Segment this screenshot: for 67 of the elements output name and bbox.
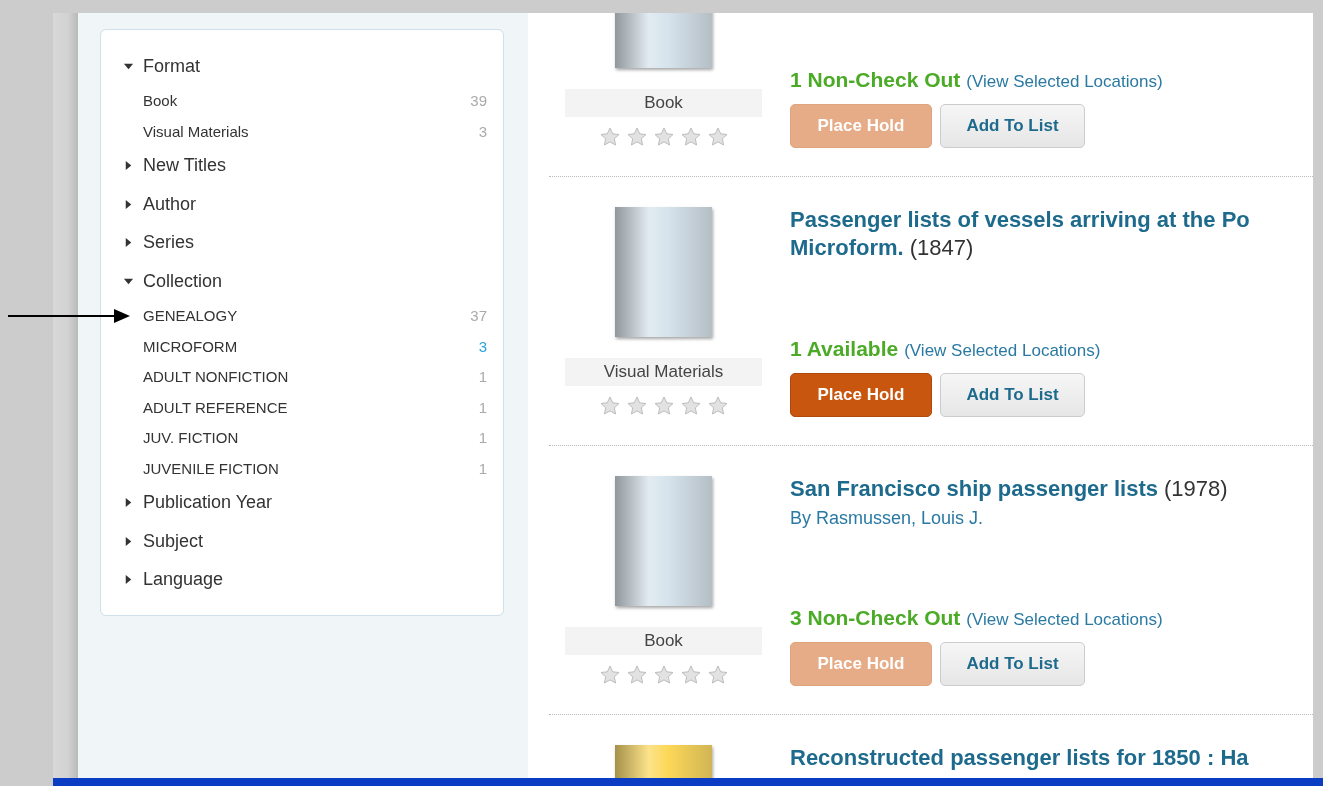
facet-option[interactable]: JUVENILE FICTION [143,459,279,477]
facet-count: 3 [478,337,487,355]
facet-heading[interactable]: Collection [123,262,487,301]
facet-option[interactable]: JUV. FICTION [143,429,239,447]
publication-year: (1978) [1164,476,1228,501]
facet-heading[interactable]: Author [123,185,487,224]
facet-count: 1 [478,429,487,447]
caret-right-icon [123,574,134,586]
place-hold-button[interactable]: Place Hold [790,373,932,417]
star-icon[interactable] [599,396,620,416]
star-icon[interactable] [653,127,674,147]
facet-count: 3 [478,122,487,140]
star-icon[interactable] [626,127,647,147]
star-icon[interactable] [707,665,728,685]
format-label: Book [565,89,762,117]
star-icon[interactable] [680,665,701,685]
book-cover[interactable] [615,476,712,606]
locations-link[interactable]: (View Selected Locations) [966,72,1163,92]
star-icon[interactable] [680,127,701,147]
star-icon[interactable] [680,396,701,416]
star-icon[interactable] [626,396,647,416]
locations-link[interactable]: (View Selected Locations) [966,610,1163,630]
facet-count: 1 [478,459,487,477]
star-icon[interactable] [707,396,728,416]
caret-right-icon [123,160,134,172]
facet-heading[interactable]: Language [123,560,487,599]
book-cover[interactable] [615,207,712,337]
add-to-list-button[interactable]: Add To List [940,642,1085,686]
result-title-link[interactable]: Passenger lists of vessels arriving at the Po [790,207,1250,232]
facet-heading[interactable]: Publication Year [123,483,487,522]
format-label: Visual Materials [565,358,762,386]
facet-heading[interactable]: New Titles [123,146,487,185]
publication-year: (1847) [909,235,974,260]
facet-count: 1 [478,368,487,386]
star-icon[interactable] [653,665,674,685]
facet-option[interactable]: ADULT REFERENCE [143,398,288,416]
star-icon[interactable] [599,665,620,685]
author-link[interactable]: By Rasmussen, Louis J. [790,508,1313,529]
caret-right-icon [123,535,134,547]
facet-count: 39 [470,92,487,110]
caret-right-icon [123,198,134,210]
facet-heading[interactable]: Subject [123,522,487,561]
star-icon[interactable] [653,396,674,416]
facet-option[interactable]: ADULT NONFICTION [143,368,289,386]
facet-heading[interactable]: Series [123,223,487,262]
format-label: Book [565,627,762,655]
caret-right-icon [123,237,134,249]
add-to-list-button[interactable]: Add To List [940,104,1085,148]
facet-count: 37 [470,307,487,325]
availability-status: 1 Available [790,337,899,361]
result-title-link[interactable]: Reconstructed passenger lists for 1850 : Ha [790,745,1249,770]
facet-count: 1 [478,398,487,416]
facet-option[interactable]: Book [143,92,178,110]
facet-heading[interactable]: Format [123,47,487,86]
availability-status: 1 Non-Check Out [790,68,961,92]
result-title-link[interactable]: San Francisco ship passenger lists [790,476,1159,501]
star-icon[interactable] [707,127,728,147]
star-icon[interactable] [626,665,647,685]
result-title-link[interactable]: Microform. [790,235,904,260]
facet-option[interactable]: GENEALOGY [143,307,238,325]
availability-status: 3 Non-Check Out [790,606,961,630]
facet-option[interactable]: Visual Materials [143,122,249,140]
facet-option[interactable]: MICROFORM [143,337,238,355]
caret-right-icon [123,497,134,509]
star-icon[interactable] [599,127,620,147]
add-to-list-button[interactable]: Add To List [940,373,1085,417]
locations-link[interactable]: (View Selected Locations) [904,341,1101,361]
